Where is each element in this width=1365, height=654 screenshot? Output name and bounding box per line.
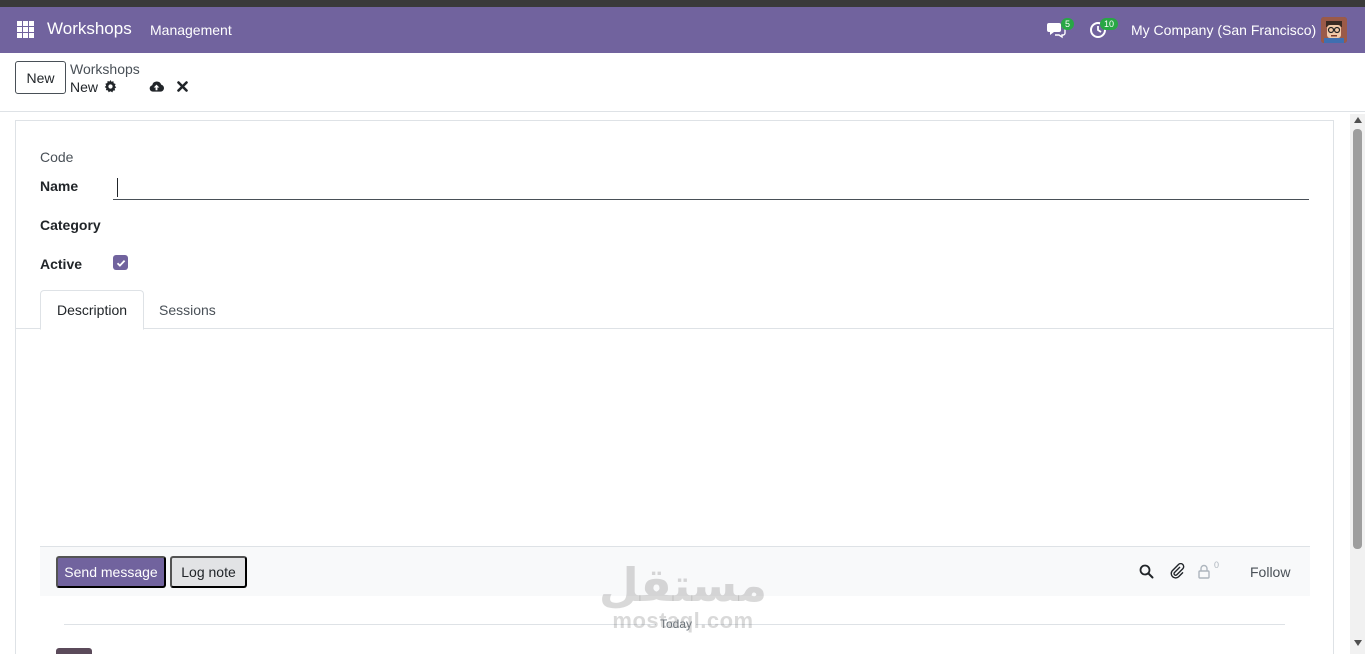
chatter-toolbar: Send message Log note 0 Follow [40,546,1310,596]
tab-description[interactable]: Description [40,290,145,330]
scroll-up-arrow-icon[interactable] [1354,117,1362,123]
gear-icon[interactable] [104,80,117,93]
new-button[interactable]: New [15,61,66,94]
name-input[interactable] [113,176,1309,200]
apps-menu-icon[interactable] [17,21,34,38]
close-icon[interactable] [177,81,188,92]
activities-badge: 10 [1100,18,1119,30]
code-label: Code [40,149,74,165]
app-brand[interactable]: Workshops [47,19,132,39]
log-note-button[interactable]: Log note [170,556,247,588]
category-label: Category [40,217,101,233]
user-avatar[interactable] [1321,17,1347,43]
paperclip-icon[interactable] [1170,563,1185,579]
form-sheet: Code Name Category Active Description Se… [15,120,1334,654]
active-checkbox[interactable] [113,255,128,270]
checkmark-icon [116,259,125,267]
followers-lock-icon[interactable] [1198,564,1210,579]
date-separator-label: Today [656,617,697,631]
cloud-upload-icon[interactable] [149,80,164,93]
text-caret [117,178,118,197]
scroll-down-arrow-icon[interactable] [1354,640,1362,646]
company-switcher[interactable]: My Company (San Francisco) [1131,22,1316,38]
active-label: Active [40,256,83,272]
main-navbar: Workshops Management 5 10 My Company (Sa… [0,7,1365,53]
name-label: Name [40,178,79,194]
vertical-scrollbar[interactable] [1350,114,1365,654]
follow-button[interactable]: Follow [1250,564,1290,580]
notebook-tabs: Description Sessions [16,290,1333,330]
tab-sessions[interactable]: Sessions [143,290,232,329]
message-author-avatar [56,648,92,654]
control-panel: New Workshops New [0,53,1365,112]
menu-item-management[interactable]: Management [150,22,232,38]
send-message-button[interactable]: Send message [56,556,166,588]
search-icon[interactable] [1139,564,1154,579]
messages-badge: 5 [1061,18,1075,30]
breadcrumb-current: New [70,79,99,95]
scroll-thumb[interactable] [1353,129,1362,549]
followers-count: 0 [1214,560,1220,570]
breadcrumb-parent[interactable]: Workshops [70,61,140,77]
window-top-strip [0,0,1365,7]
